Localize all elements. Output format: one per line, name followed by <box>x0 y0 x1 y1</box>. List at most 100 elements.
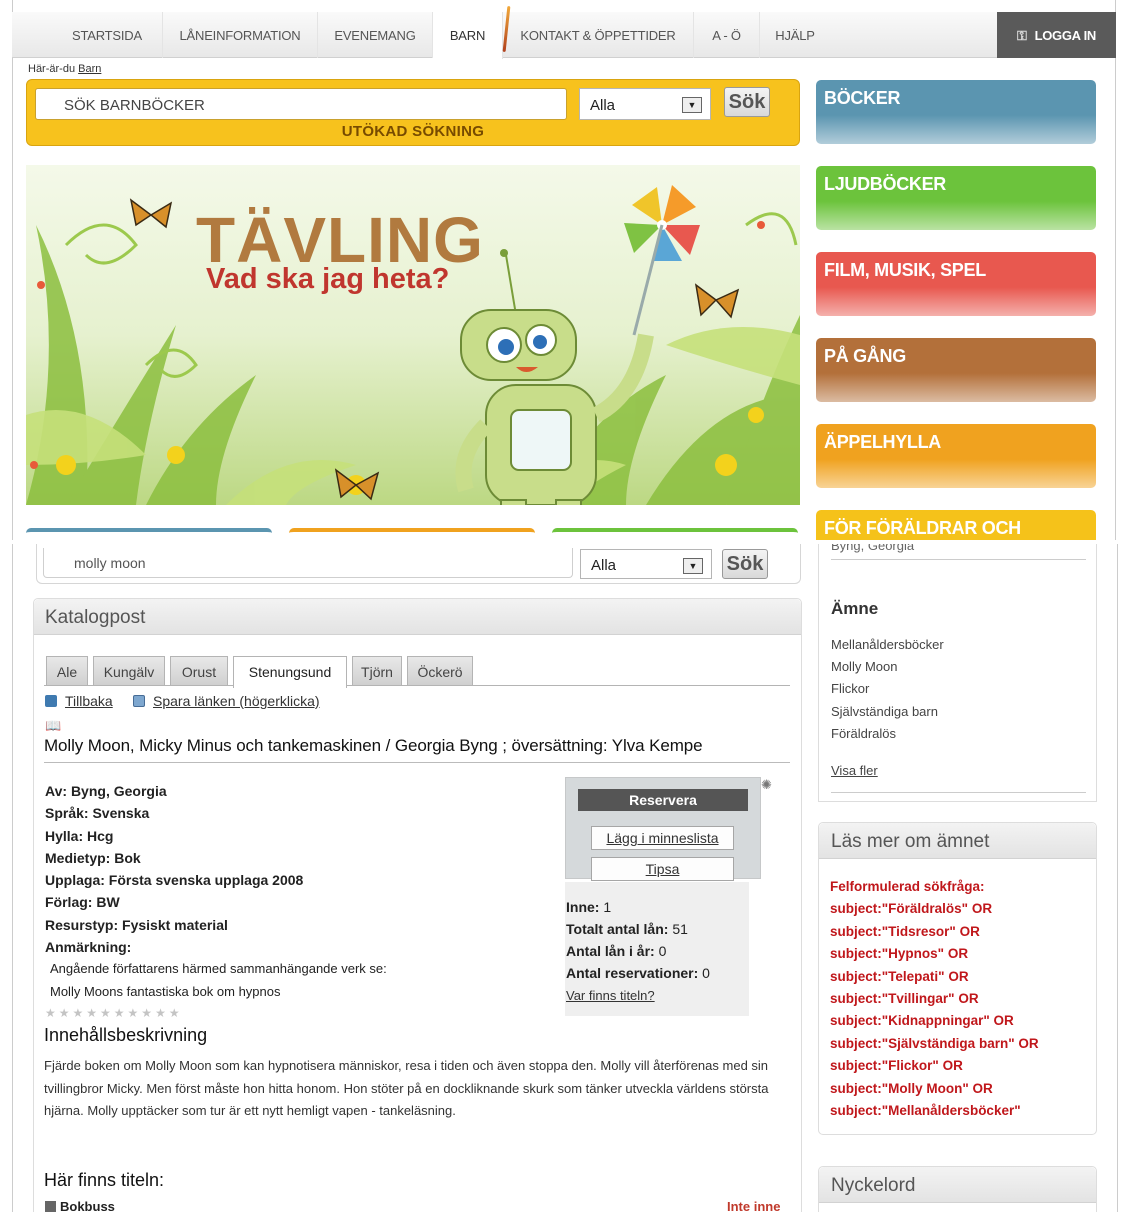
box-tab-orange <box>289 528 535 540</box>
search-input[interactable]: molly moon <box>43 548 573 578</box>
category-bocker[interactable]: BÖCKER <box>816 80 1096 144</box>
login-button[interactable]: ⚿ LOGGA IN <box>997 12 1116 58</box>
back-link[interactable]: Tillbaka <box>45 693 113 709</box>
search-input[interactable]: SÖK BARNBÖCKER <box>35 88 567 120</box>
meta-row: Anmärkning: <box>45 939 132 956</box>
category-pa-gang[interactable]: PÅ GÅNG <box>816 338 1096 402</box>
show-more-link[interactable]: Visa fler <box>831 763 878 778</box>
holding-status: Inte inne <box>727 1199 781 1212</box>
meta-row: Språk: Svenska <box>45 805 150 822</box>
search-scope-select[interactable]: Alla ▼ <box>580 549 712 579</box>
chevron-down-icon: ▼ <box>682 97 702 113</box>
rating-stars[interactable]: ★★★★★★★★★★ <box>45 1006 183 1020</box>
tab-kungalv[interactable]: Kungälv <box>93 656 165 686</box>
top-screenshot: STARTSIDA LÅNEINFORMATION EVENEMANG BARN… <box>0 0 1131 540</box>
query-line: subject:"Telepati" OR <box>830 968 969 984</box>
breadcrumb-prefix: Här-är-du <box>28 63 76 75</box>
wishlist-button[interactable]: Lägg i minneslista <box>591 826 734 850</box>
subject-item[interactable]: Molly Moon <box>831 659 897 674</box>
read-more-panel: Läs mer om ämnet Felformulerad sökfråga:… <box>818 822 1097 1135</box>
subject-panel: Byng, Georgia Ämne Mellanåldersböcker Mo… <box>818 544 1097 802</box>
main-nav: STARTSIDA LÅNEINFORMATION EVENEMANG BARN… <box>12 12 1116 59</box>
expand-plus-icon <box>45 1201 56 1212</box>
loading-spinner-icon: ✺ <box>761 777 772 792</box>
category-appelhylla[interactable]: ÄPPELHYLLA <box>816 424 1096 488</box>
tab-orust[interactable]: Orust <box>170 656 228 686</box>
query-line: subject:"Självständiga barn" OR <box>830 1035 1039 1051</box>
availability-box: Inne: 1 Totalt antal lån: 51 Antal lån i… <box>565 882 749 1016</box>
search-box: molly moon Alla ▼ Sök <box>36 544 801 584</box>
tab-ockero[interactable]: Öckerö <box>407 656 473 686</box>
nav-hjalp[interactable]: HJÄLP <box>760 12 830 58</box>
box-tab-green <box>552 528 798 540</box>
nav-a-o[interactable]: A - Ö <box>694 12 760 58</box>
back-arrow-icon <box>45 695 57 707</box>
nav-laneinformation[interactable]: LÅNEINFORMATION <box>163 12 318 58</box>
subject-item[interactable]: Flickor <box>831 681 869 696</box>
query-line: subject:"Tidsresor" OR <box>830 923 980 939</box>
divider <box>831 559 1086 560</box>
record-title: Molly Moon, Micky Minus och tankemaskine… <box>44 736 703 755</box>
category-film-musik-spel[interactable]: FILM, MUSIK, SPEL <box>816 252 1096 316</box>
chevron-down-icon: ▼ <box>683 558 703 574</box>
back-label: Tillbaka <box>65 693 113 709</box>
panel-title: Katalogpost <box>34 599 801 635</box>
key-icon: ⚿ <box>1017 28 1027 43</box>
advanced-search-link[interactable]: UTÖKAD SÖKNING <box>27 123 799 140</box>
query-line: subject:"Tvillingar" OR <box>830 991 979 1007</box>
tab-baseline <box>44 685 790 686</box>
stat-inne: Inne: 1 <box>566 899 612 915</box>
nav-evenemang[interactable]: EVENEMANG <box>318 12 433 58</box>
subject-heading: Ämne <box>831 599 879 618</box>
description-text: Fjärde boken om Molly Moon som kan hypno… <box>44 1058 769 1118</box>
holdings-heading: Här finns titeln: <box>44 1170 165 1190</box>
query-line: subject:"Hypnos" OR <box>830 946 969 962</box>
banner-subtitle: Vad ska jag heta? <box>206 263 450 295</box>
subject-item[interactable]: Föräldralös <box>831 726 896 741</box>
nav-kontakt[interactable]: KONTAKT & ÖPPETTIDER <box>503 12 694 58</box>
holding-location-label: Bokbuss <box>60 1199 115 1212</box>
save-link[interactable]: Spara länken (högerklicka) <box>133 693 320 709</box>
breadcrumb-link-barn[interactable]: Barn <box>78 63 101 75</box>
save-link-label: Spara länken (högerklicka) <box>153 693 320 709</box>
book-icon: 📖 <box>45 718 62 733</box>
search-button[interactable]: Sök <box>722 549 768 579</box>
search-scope-value: Alla <box>591 557 617 574</box>
author-link[interactable]: Byng, Georgia <box>831 544 914 553</box>
search-scope-select[interactable]: Alla ▼ <box>579 88 711 120</box>
breadcrumb: Här-är-du Barn <box>28 63 101 75</box>
subject-item[interactable]: Mellanåldersböcker <box>831 637 944 652</box>
meta-row: Förlag: BW <box>45 894 120 911</box>
subject-item[interactable]: Självständiga barn <box>831 704 938 719</box>
search-box: SÖK BARNBÖCKER Alla ▼ Sök UTÖKAD SÖKNING <box>26 79 800 146</box>
reserve-button[interactable]: Reservera <box>578 789 748 811</box>
tab-ale[interactable]: Ale <box>46 656 88 686</box>
query-line: subject:"Mellanåldersböcker" <box>830 1103 1021 1119</box>
read-more-heading: Läs mer om ämnet <box>819 823 1096 859</box>
stat-reservations: Antal reservationer: 0 <box>566 965 710 981</box>
search-scope-value: Alla <box>590 97 616 114</box>
note-line: Molly Moons fantastiska bok om hypnos <box>50 983 281 999</box>
bottom-screenshot: molly moon Alla ▼ Sök Katalogpost Ale Ku… <box>0 544 1131 1212</box>
competition-banner[interactable]: TÄVLING Vad ska jag heta? <box>26 165 800 505</box>
login-label: LOGGA IN <box>1034 28 1097 43</box>
search-button[interactable]: Sök <box>724 87 770 117</box>
category-ljudbocker[interactable]: LJUDBÖCKER <box>816 166 1096 230</box>
tab-tjorn[interactable]: Tjörn <box>352 656 402 686</box>
save-disk-icon <box>133 695 145 707</box>
tip-button[interactable]: Tipsa <box>591 857 734 881</box>
category-for-foraldrar[interactable]: FÖR FÖRÄLDRAR OCH <box>816 510 1096 540</box>
nav-barn[interactable]: BARN <box>433 12 503 59</box>
meta-row: Resurstyp: Fysiskt material <box>45 916 228 933</box>
holding-location[interactable]: Bokbuss <box>45 1199 115 1212</box>
query-line: subject:"Kidnappningar" OR <box>830 1013 1014 1029</box>
meta-row: Medietyp: Bok <box>45 849 141 866</box>
tab-stenungsund[interactable]: Stenungsund <box>233 656 347 688</box>
meta-row: Upplaga: Första svenska upplaga 2008 <box>45 872 304 889</box>
stat-total: Totalt antal lån: 51 <box>566 921 688 937</box>
nav-startsida[interactable]: STARTSIDA <box>52 12 163 58</box>
box-tab-blue <box>26 528 272 540</box>
where-is-title-link[interactable]: Var finns titeln? <box>566 988 655 1003</box>
title-divider <box>44 762 790 763</box>
note-line: Angående författarens härmed sammanhänga… <box>50 961 387 977</box>
